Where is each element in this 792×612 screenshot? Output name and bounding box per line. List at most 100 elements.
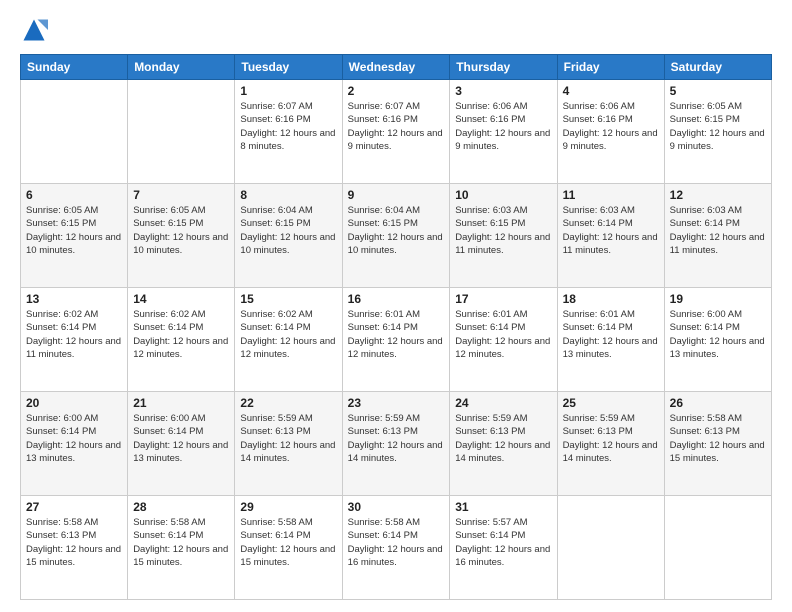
day-number: 25 bbox=[563, 396, 659, 410]
day-number: 13 bbox=[26, 292, 122, 306]
day-number: 10 bbox=[455, 188, 551, 202]
page: SundayMondayTuesdayWednesdayThursdayFrid… bbox=[0, 0, 792, 612]
calendar-cell: 26 Sunrise: 5:58 AM Sunset: 6:13 PM Dayli… bbox=[664, 392, 771, 496]
day-number: 8 bbox=[240, 188, 336, 202]
calendar-cell: 2 Sunrise: 6:07 AM Sunset: 6:16 PM Daylig… bbox=[342, 80, 450, 184]
day-number: 9 bbox=[348, 188, 445, 202]
day-number: 2 bbox=[348, 84, 445, 98]
day-info: Sunrise: 5:58 AM Sunset: 6:14 PM Dayligh… bbox=[240, 516, 336, 569]
day-number: 1 bbox=[240, 84, 336, 98]
calendar-cell: 23 Sunrise: 5:59 AM Sunset: 6:13 PM Dayli… bbox=[342, 392, 450, 496]
calendar-cell: 16 Sunrise: 6:01 AM Sunset: 6:14 PM Dayli… bbox=[342, 288, 450, 392]
day-number: 22 bbox=[240, 396, 336, 410]
calendar-cell: 14 Sunrise: 6:02 AM Sunset: 6:14 PM Dayli… bbox=[128, 288, 235, 392]
calendar-cell: 22 Sunrise: 5:59 AM Sunset: 6:13 PM Dayli… bbox=[235, 392, 342, 496]
calendar-cell: 27Sunrise: 5:58 AM Sunset: 6:13 PM Dayli… bbox=[21, 496, 128, 600]
calendar-cell: 17 Sunrise: 6:01 AM Sunset: 6:14 PM Dayli… bbox=[450, 288, 557, 392]
calendar-cell: 19 Sunrise: 6:00 AM Sunset: 6:14 PM Dayli… bbox=[664, 288, 771, 392]
day-number: 5 bbox=[670, 84, 766, 98]
day-number: 7 bbox=[133, 188, 229, 202]
calendar-cell bbox=[21, 80, 128, 184]
header bbox=[20, 16, 772, 44]
day-number: 12 bbox=[670, 188, 766, 202]
calendar-week-row: 20 Sunrise: 6:00 AM Sunset: 6:14 PM Dayli… bbox=[21, 392, 772, 496]
day-number: 23 bbox=[348, 396, 445, 410]
day-info: Sunrise: 6:01 AM Sunset: 6:14 PM Dayligh… bbox=[348, 308, 445, 361]
day-number: 28 bbox=[133, 500, 229, 514]
calendar-cell: 3 Sunrise: 6:06 AM Sunset: 6:16 PM Daylig… bbox=[450, 80, 557, 184]
day-info: Sunrise: 6:01 AM Sunset: 6:14 PM Dayligh… bbox=[455, 308, 551, 361]
calendar-week-row: 1 Sunrise: 6:07 AM Sunset: 6:16 PM Daylig… bbox=[21, 80, 772, 184]
calendar-cell: 13Sunrise: 6:02 AM Sunset: 6:14 PM Dayli… bbox=[21, 288, 128, 392]
calendar-cell: 18Sunrise: 6:01 AM Sunset: 6:14 PM Dayli… bbox=[557, 288, 664, 392]
calendar-week-row: 13 Sunrise: 6:02 AM Sunset: 6:14 PM Dayli… bbox=[21, 288, 772, 392]
day-info: Sunrise: 6:02 AM Sunset: 6:14 PM Dayligh… bbox=[133, 308, 229, 361]
calendar-header-wednesday: Wednesday bbox=[342, 55, 450, 80]
calendar-header-sunday: Sunday bbox=[21, 55, 128, 80]
day-info: Sunrise: 5:57 AM Sunset: 6:14 PM Dayligh… bbox=[455, 516, 551, 569]
day-number: 6 bbox=[26, 188, 122, 202]
calendar-cell: 9Sunrise: 6:04 AM Sunset: 6:15 PM Daylig… bbox=[342, 184, 450, 288]
day-number: 31 bbox=[455, 500, 551, 514]
day-info: Sunrise: 6:07 AM Sunset: 6:16 PM Dayligh… bbox=[348, 100, 445, 153]
day-number: 18 bbox=[563, 292, 659, 306]
day-info: Sunrise: 6:03 AM Sunset: 6:15 PM Dayligh… bbox=[455, 204, 551, 257]
calendar-cell: 12 Sunrise: 6:03 AM Sunset: 6:14 PM Dayli… bbox=[664, 184, 771, 288]
day-info: Sunrise: 6:03 AM Sunset: 6:14 PM Dayligh… bbox=[670, 204, 766, 257]
day-info: Sunrise: 6:06 AM Sunset: 6:16 PM Dayligh… bbox=[563, 100, 659, 153]
day-info: Sunrise: 6:05 AM Sunset: 6:15 PM Dayligh… bbox=[670, 100, 766, 153]
calendar-cell: 15Sunrise: 6:02 AM Sunset: 6:14 PM Dayli… bbox=[235, 288, 342, 392]
calendar-cell: 6 Sunrise: 6:05 AM Sunset: 6:15 PM Daylig… bbox=[21, 184, 128, 288]
calendar-cell: 29 Sunrise: 5:58 AM Sunset: 6:14 PM Dayli… bbox=[235, 496, 342, 600]
calendar-cell: 31 Sunrise: 5:57 AM Sunset: 6:14 PM Dayli… bbox=[450, 496, 557, 600]
day-info: Sunrise: 6:00 AM Sunset: 6:14 PM Dayligh… bbox=[133, 412, 229, 465]
calendar-cell: 8Sunrise: 6:04 AM Sunset: 6:15 PM Daylig… bbox=[235, 184, 342, 288]
calendar-header-thursday: Thursday bbox=[450, 55, 557, 80]
calendar-week-row: 6 Sunrise: 6:05 AM Sunset: 6:15 PM Daylig… bbox=[21, 184, 772, 288]
day-info: Sunrise: 6:03 AM Sunset: 6:14 PM Dayligh… bbox=[563, 204, 659, 257]
day-number: 27 bbox=[26, 500, 122, 514]
day-number: 3 bbox=[455, 84, 551, 98]
calendar-week-row: 27Sunrise: 5:58 AM Sunset: 6:13 PM Dayli… bbox=[21, 496, 772, 600]
day-number: 19 bbox=[670, 292, 766, 306]
day-info: Sunrise: 6:00 AM Sunset: 6:14 PM Dayligh… bbox=[26, 412, 122, 465]
logo bbox=[20, 16, 52, 44]
day-number: 24 bbox=[455, 396, 551, 410]
day-info: Sunrise: 5:59 AM Sunset: 6:13 PM Dayligh… bbox=[240, 412, 336, 465]
calendar-cell: 7 Sunrise: 6:05 AM Sunset: 6:15 PM Daylig… bbox=[128, 184, 235, 288]
calendar-header-saturday: Saturday bbox=[664, 55, 771, 80]
day-info: Sunrise: 6:06 AM Sunset: 6:16 PM Dayligh… bbox=[455, 100, 551, 153]
day-number: 20 bbox=[26, 396, 122, 410]
day-number: 15 bbox=[240, 292, 336, 306]
day-info: Sunrise: 6:05 AM Sunset: 6:15 PM Dayligh… bbox=[26, 204, 122, 257]
calendar-cell: 25 Sunrise: 5:59 AM Sunset: 6:13 PM Dayli… bbox=[557, 392, 664, 496]
day-number: 17 bbox=[455, 292, 551, 306]
day-info: Sunrise: 5:58 AM Sunset: 6:14 PM Dayligh… bbox=[348, 516, 445, 569]
day-number: 26 bbox=[670, 396, 766, 410]
day-number: 11 bbox=[563, 188, 659, 202]
day-number: 30 bbox=[348, 500, 445, 514]
day-info: Sunrise: 5:59 AM Sunset: 6:13 PM Dayligh… bbox=[455, 412, 551, 465]
day-number: 29 bbox=[240, 500, 336, 514]
day-info: Sunrise: 5:58 AM Sunset: 6:13 PM Dayligh… bbox=[670, 412, 766, 465]
calendar-header-monday: Monday bbox=[128, 55, 235, 80]
calendar-cell: 1 Sunrise: 6:07 AM Sunset: 6:16 PM Daylig… bbox=[235, 80, 342, 184]
calendar: SundayMondayTuesdayWednesdayThursdayFrid… bbox=[20, 54, 772, 600]
day-number: 16 bbox=[348, 292, 445, 306]
calendar-cell bbox=[557, 496, 664, 600]
calendar-cell: 10 Sunrise: 6:03 AM Sunset: 6:15 PM Dayli… bbox=[450, 184, 557, 288]
calendar-header-friday: Friday bbox=[557, 55, 664, 80]
day-number: 4 bbox=[563, 84, 659, 98]
calendar-cell: 21 Sunrise: 6:00 AM Sunset: 6:14 PM Dayli… bbox=[128, 392, 235, 496]
calendar-cell: 20 Sunrise: 6:00 AM Sunset: 6:14 PM Dayli… bbox=[21, 392, 128, 496]
day-info: Sunrise: 6:07 AM Sunset: 6:16 PM Dayligh… bbox=[240, 100, 336, 153]
day-info: Sunrise: 6:05 AM Sunset: 6:15 PM Dayligh… bbox=[133, 204, 229, 257]
day-info: Sunrise: 6:00 AM Sunset: 6:14 PM Dayligh… bbox=[670, 308, 766, 361]
day-info: Sunrise: 5:59 AM Sunset: 6:13 PM Dayligh… bbox=[563, 412, 659, 465]
calendar-header-tuesday: Tuesday bbox=[235, 55, 342, 80]
day-number: 21 bbox=[133, 396, 229, 410]
day-info: Sunrise: 5:59 AM Sunset: 6:13 PM Dayligh… bbox=[348, 412, 445, 465]
day-number: 14 bbox=[133, 292, 229, 306]
calendar-cell: 30 Sunrise: 5:58 AM Sunset: 6:14 PM Dayli… bbox=[342, 496, 450, 600]
calendar-cell: 4 Sunrise: 6:06 AM Sunset: 6:16 PM Daylig… bbox=[557, 80, 664, 184]
